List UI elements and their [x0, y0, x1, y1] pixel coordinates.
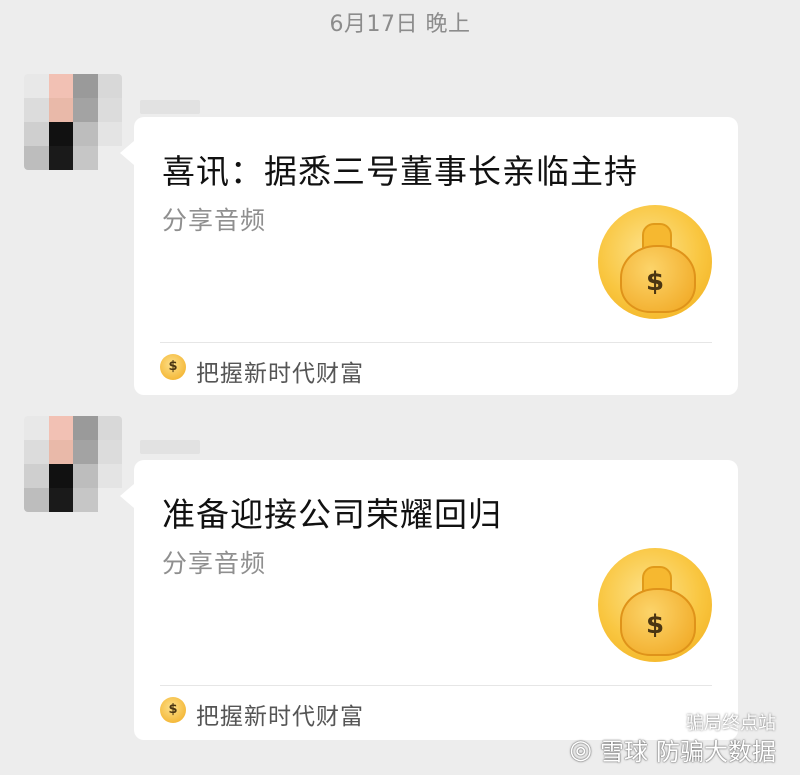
audio-share-card[interactable]: 喜讯：据悉三号董事长亲临主持 分享音频 $ $ 把握新时代财富 — [120, 117, 738, 395]
money-bag-icon: $ — [598, 548, 712, 662]
source-name: 把握新时代财富 — [196, 361, 364, 387]
card-title: 准备迎接公司荣耀回归 — [162, 495, 502, 534]
card-subtitle: 分享音频 — [162, 549, 267, 578]
sender-name — [140, 440, 200, 454]
sender-avatar[interactable] — [24, 74, 122, 170]
sender-name — [140, 100, 200, 114]
channel-name: 防骗大数据 — [656, 738, 776, 766]
sender-avatar[interactable] — [24, 416, 122, 512]
card-divider — [160, 685, 712, 686]
card-subtitle: 分享音频 — [162, 206, 267, 235]
money-bag-icon: $ — [598, 205, 712, 319]
card-divider — [160, 342, 712, 343]
audio-share-card[interactable]: 准备迎接公司荣耀回归 分享音频 $ $ 把握新时代财富 — [120, 460, 738, 740]
platform-name: 雪球 — [600, 738, 648, 766]
chat-timestamp: 6月17日 晚上 — [329, 12, 471, 37]
source-name: 把握新时代财富 — [196, 704, 364, 730]
snowball-logo-icon: ◎ — [569, 734, 592, 765]
platform-watermark: ◎ 雪球 防骗大数据 — [569, 732, 776, 767]
source-avatar-icon: $ — [160, 354, 186, 380]
card-title: 喜讯：据悉三号董事长亲临主持 — [162, 152, 638, 191]
source-avatar-icon: $ — [160, 697, 186, 723]
